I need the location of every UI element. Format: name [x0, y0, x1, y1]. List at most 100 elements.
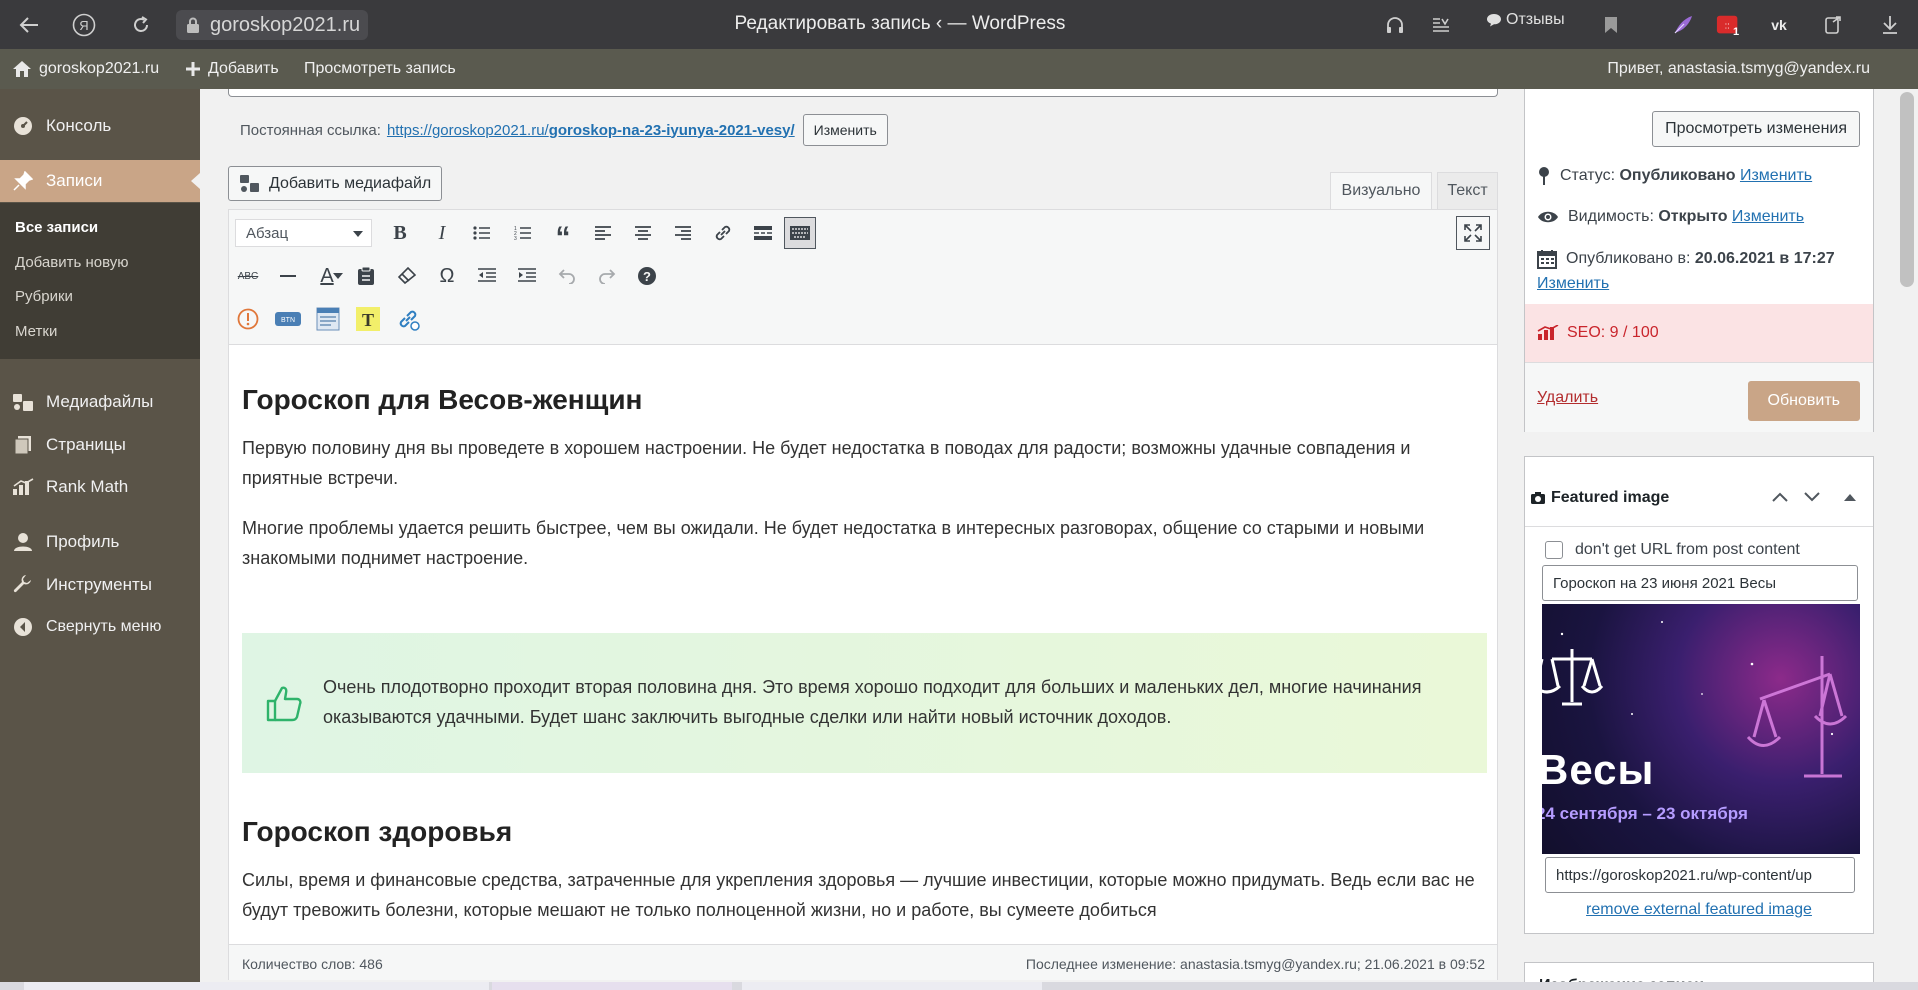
redo-icon[interactable] — [593, 262, 621, 290]
reload-icon[interactable] — [128, 12, 154, 38]
view-post-link[interactable]: Просмотреть запись — [304, 60, 456, 78]
submenu-tags[interactable]: Метки — [15, 323, 57, 340]
toggle-panel-icon[interactable] — [1838, 485, 1862, 509]
button-shortcode-icon[interactable]: BTN — [274, 305, 302, 333]
bullet-list-icon[interactable] — [468, 219, 496, 247]
warning-shortcode-icon[interactable] — [234, 305, 262, 333]
featured-alt-input[interactable]: Гороскоп на 23 июня 2021 Весы — [1542, 565, 1858, 601]
bookmark-icon[interactable] — [1598, 12, 1624, 38]
toolbar-toggle-icon[interactable] — [784, 217, 816, 249]
sidebar-item-tools[interactable]: Инструменты — [0, 564, 200, 606]
yandex-logo-icon[interactable]: Я — [71, 12, 97, 38]
dont-get-url-option[interactable]: don't get URL from post content — [1545, 541, 1800, 559]
add-new-link[interactable]: Добавить — [185, 60, 279, 78]
svg-text:vk: vk — [1771, 18, 1787, 32]
status-edit-link[interactable]: Изменить — [1740, 167, 1812, 184]
featured-image-preview[interactable]: Весы 24 сентября – 23 октября — [1542, 604, 1860, 854]
rank-math-score-icon — [1537, 325, 1559, 340]
download-icon[interactable] — [1877, 12, 1903, 38]
content-callout: Очень плодотворно проходит вторая полови… — [242, 633, 1487, 773]
permalink-edit-button[interactable]: Изменить — [802, 114, 888, 146]
seo-score[interactable]: SEO: 9 / 100 — [1525, 304, 1873, 362]
quill-extension-icon[interactable] — [1670, 12, 1696, 38]
strip-segment — [24, 982, 489, 990]
chevron-up-icon[interactable] — [1768, 485, 1792, 509]
paste-text-icon[interactable] — [352, 262, 380, 290]
read-more-icon[interactable] — [749, 219, 777, 247]
sidebar-label-rank-math: Rank Math — [46, 477, 129, 496]
submenu-categories[interactable]: Рубрики — [15, 288, 73, 305]
sidebar-item-posts[interactable]: Записи — [0, 160, 200, 202]
editor-content[interactable]: Гороскоп для Весов-женщин Первую половин… — [229, 346, 1497, 944]
horizontal-line-icon[interactable] — [274, 262, 302, 290]
align-right-icon[interactable] — [669, 219, 697, 247]
headphones-icon[interactable] — [1382, 12, 1408, 38]
preview-changes-button[interactable]: Просмотреть изменения — [1652, 111, 1860, 147]
submenu-add-new[interactable]: Добавить новую — [15, 254, 128, 271]
align-left-icon[interactable] — [589, 219, 617, 247]
calendar-icon — [1537, 250, 1557, 269]
outdent-icon[interactable] — [473, 262, 501, 290]
sidebar-item-collapse[interactable]: Свернуть меню — [0, 606, 200, 648]
browser-toolbar: Я goroskop2021.ru Редактировать запись ‹… — [0, 0, 1918, 49]
italic-icon[interactable]: I — [428, 219, 456, 247]
numbered-list-icon[interactable]: 123 — [509, 219, 537, 247]
major-publishing-actions: Удалить Обновить — [1525, 362, 1873, 432]
published-edit-link[interactable]: Изменить — [1537, 275, 1609, 293]
tab-visual[interactable]: Визуально — [1330, 172, 1432, 209]
chat-bubble-icon — [1487, 14, 1501, 27]
sidebar-item-media[interactable]: Медиафайлы — [0, 381, 200, 423]
fullscreen-icon[interactable] — [1456, 216, 1490, 250]
sidebar-item-profile[interactable]: Профиль — [0, 521, 200, 563]
post-title-input[interactable] — [228, 89, 1498, 97]
pages-icon — [12, 434, 34, 456]
help-icon[interactable]: ? — [633, 262, 661, 290]
address-bar[interactable]: goroskop2021.ru — [176, 10, 369, 40]
remove-featured-image-link[interactable]: remove external featured image — [1525, 901, 1873, 919]
text-highlight-icon[interactable]: T — [354, 305, 382, 333]
tab-text[interactable]: Текст — [1437, 172, 1498, 209]
sidebar-item-pages[interactable]: Страницы — [0, 424, 200, 466]
undo-icon[interactable] — [553, 262, 581, 290]
dont-get-url-checkbox[interactable] — [1545, 541, 1563, 559]
vk-icon[interactable]: vk — [1766, 12, 1792, 38]
clipboard-extension-icon[interactable] — [1820, 12, 1846, 38]
submenu-all-posts[interactable]: Все записи — [15, 219, 98, 236]
add-media-button[interactable]: Добавить медиафайл — [228, 166, 443, 201]
featured-image-header: Featured image — [1525, 457, 1873, 527]
published-value: 20.06.2021 в 17:27 — [1694, 250, 1835, 267]
chevron-down-icon[interactable] — [1800, 485, 1824, 509]
bold-icon[interactable]: B — [386, 219, 414, 247]
clear-formatting-icon[interactable] — [393, 262, 421, 290]
home-icon — [13, 61, 31, 77]
sidebar-item-console[interactable]: Консоль — [0, 105, 200, 147]
content-paragraph-3: Силы, время и финансовые средства, затра… — [242, 870, 1475, 920]
svg-text:?: ? — [643, 269, 651, 284]
special-character-icon[interactable]: Ω — [433, 262, 461, 290]
reviews-button[interactable]: Отзывы — [1486, 11, 1565, 29]
seo-score-text: SEO: 9 / 100 — [1567, 324, 1659, 341]
blockquote-icon[interactable]: “ — [549, 219, 577, 254]
permalink-link[interactable]: https://goroskop2021.ru/goroskop-na-23-i… — [387, 122, 795, 139]
sidebar-item-rank-math[interactable]: Rank Math — [0, 466, 200, 508]
indent-icon[interactable] — [513, 262, 541, 290]
external-link-icon[interactable] — [394, 305, 422, 333]
link-icon[interactable] — [709, 219, 737, 247]
permalink-row: Постоянная ссылка: https://goroskop2021.… — [240, 114, 888, 146]
featured-url-input[interactable]: https://goroskop2021.ru/wp-content/up — [1545, 857, 1855, 893]
site-name-link[interactable]: goroskop2021.ru — [12, 60, 159, 78]
update-button[interactable]: Обновить — [1747, 381, 1860, 421]
format-select[interactable]: Абзац — [235, 219, 372, 247]
account-menu[interactable]: Привет, anastasia.tsmyg@yandex.ru — [1607, 60, 1870, 78]
delete-link[interactable]: Удалить — [1537, 389, 1598, 407]
back-arrow-icon[interactable] — [16, 12, 42, 38]
visibility-edit-link[interactable]: Изменить — [1732, 208, 1804, 225]
strikethrough-icon[interactable]: ABC — [234, 262, 262, 290]
content-block-icon[interactable] — [314, 305, 342, 333]
reader-mode-icon[interactable] — [1428, 12, 1454, 38]
text-color-dropdown-icon[interactable] — [329, 262, 347, 290]
scrollbar-thumb[interactable] — [1900, 92, 1914, 287]
featured-image-title-wrap: Featured image — [1531, 489, 1669, 507]
permalink-label: Постоянная ссылка: — [240, 121, 381, 139]
align-center-icon[interactable] — [629, 219, 657, 247]
